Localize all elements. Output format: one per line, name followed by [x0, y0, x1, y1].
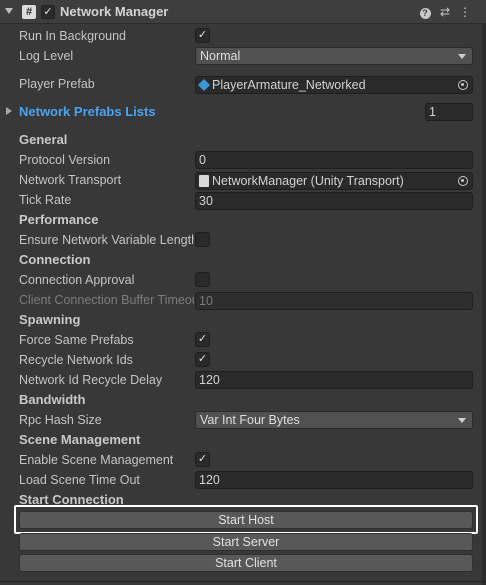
client-buffer-timeout-label: Client Connection Buffer Timeout — [19, 293, 194, 307]
log-level-dropdown[interactable]: Normal — [195, 47, 473, 65]
ensure-nv-length-label: Ensure Network Variable Length Safety — [19, 233, 194, 247]
object-picker-icon[interactable] — [458, 176, 468, 186]
load-scene-timeout-field[interactable]: 120 — [195, 471, 473, 489]
player-prefab-value: PlayerArmature_Networked — [212, 78, 366, 92]
player-prefab-label: Player Prefab — [19, 77, 95, 91]
enable-scene-management-label: Enable Scene Management — [19, 453, 174, 467]
network-transport-value: NetworkManager (Unity Transport) — [212, 174, 404, 188]
protocol-version-field[interactable]: 0 — [195, 151, 473, 169]
prefab-cube-icon — [197, 78, 211, 92]
tick-rate-field[interactable]: 30 — [195, 192, 473, 210]
start-host-button[interactable]: Start Host — [19, 511, 473, 529]
ensure-nv-length-checkbox[interactable] — [195, 232, 210, 247]
recycle-network-ids-checkbox[interactable]: ✓ — [195, 352, 210, 367]
scrollbar-track[interactable] — [482, 24, 486, 585]
network-transport-field[interactable]: NetworkManager (Unity Transport) — [195, 172, 473, 190]
component-enabled-checkbox[interactable]: ✓ — [41, 5, 55, 19]
log-level-label: Log Level — [19, 49, 74, 63]
run-in-background-checkbox[interactable]: ✓ — [195, 28, 210, 43]
divider — [0, 581, 486, 582]
foldout-arrow-icon[interactable] — [6, 107, 12, 115]
load-scene-timeout-label: Load Scene Time Out — [19, 473, 140, 487]
performance-heading: Performance — [19, 212, 99, 227]
start-client-button[interactable]: Start Client — [19, 554, 473, 572]
network-prefabs-lists-foldout[interactable]: Network Prefabs Lists — [19, 103, 156, 121]
component-title: Network Manager — [60, 4, 169, 19]
component-header: # ✓ Network Manager ? ⇄ ⋮ — [0, 0, 486, 24]
connection-heading: Connection — [19, 252, 91, 267]
protocol-version-label: Protocol Version — [19, 153, 111, 167]
bandwidth-heading: Bandwidth — [19, 392, 86, 407]
client-buffer-timeout-field: 10 — [195, 292, 473, 310]
rpc-hash-size-label: Rpc Hash Size — [19, 413, 102, 427]
connection-approval-checkbox[interactable] — [195, 272, 210, 287]
script-icon: # — [22, 5, 36, 19]
general-heading: General — [19, 132, 68, 147]
player-prefab-field[interactable]: PlayerArmature_Networked — [195, 76, 473, 94]
log-level-value: Normal — [200, 49, 241, 63]
enable-scene-management-checkbox[interactable]: ✓ — [195, 452, 210, 467]
network-id-recycle-delay-field[interactable]: 120 — [195, 371, 473, 389]
network-transport-label: Network Transport — [19, 173, 122, 187]
connection-approval-label: Connection Approval — [19, 273, 135, 287]
network-prefabs-lists-count[interactable]: 1 — [425, 103, 473, 121]
rpc-hash-size-value: Var Int Four Bytes — [200, 413, 300, 427]
object-picker-icon[interactable] — [458, 80, 468, 90]
start-server-button[interactable]: Start Server — [19, 533, 473, 551]
chevron-down-icon — [458, 418, 466, 423]
presets-icon[interactable]: ⇄ — [438, 4, 452, 20]
spawning-heading: Spawning — [19, 312, 81, 327]
script-asset-icon — [199, 175, 209, 187]
more-icon[interactable]: ⋮ — [458, 4, 472, 20]
scene-management-heading: Scene Management — [19, 432, 141, 447]
run-in-background-label: Run In Background — [19, 29, 127, 43]
help-icon[interactable]: ? — [418, 4, 432, 20]
network-id-recycle-delay-label: Network Id Recycle Delay — [19, 373, 163, 387]
recycle-network-ids-label: Recycle Network Ids — [19, 353, 133, 367]
force-same-prefabs-label: Force Same Prefabs — [19, 333, 134, 347]
force-same-prefabs-checkbox[interactable]: ✓ — [195, 332, 210, 347]
chevron-down-icon — [458, 54, 466, 59]
rpc-hash-size-dropdown[interactable]: Var Int Four Bytes — [195, 411, 473, 429]
tick-rate-label: Tick Rate — [19, 193, 72, 207]
collapse-arrow-icon[interactable] — [5, 8, 13, 14]
